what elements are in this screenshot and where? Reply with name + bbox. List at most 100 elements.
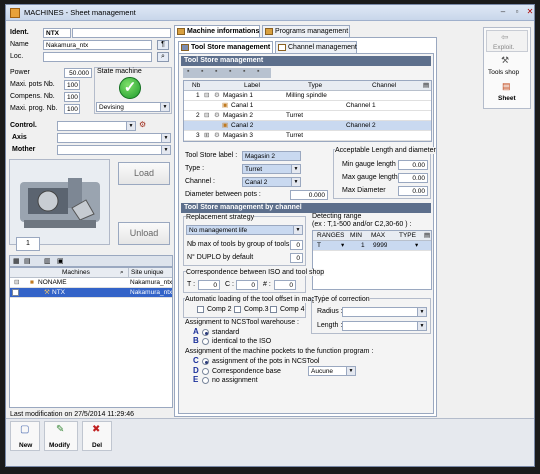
diameter-field[interactable]: 0.000 bbox=[290, 190, 328, 200]
compens-field[interactable]: 100 bbox=[64, 92, 80, 102]
ident-extra-field[interactable] bbox=[72, 28, 171, 38]
correspondence-base-radio[interactable] bbox=[202, 368, 209, 375]
assign-pots-label: assignment of the pots in NCSTool bbox=[212, 358, 320, 365]
modify-button[interactable]: ✎ Modify bbox=[44, 421, 78, 451]
delete-icon[interactable]: ▪ bbox=[215, 68, 217, 75]
tab-machine-informations[interactable]: Machine informations bbox=[174, 25, 260, 37]
name-field[interactable]: Nakamura_ntx bbox=[43, 40, 152, 50]
tab-tool-store-management[interactable]: Tool Store management bbox=[178, 41, 273, 53]
state-select[interactable]: Devising ▼ bbox=[96, 102, 170, 112]
assign-pots-radio[interactable] bbox=[202, 358, 209, 365]
no-assignment-radio[interactable] bbox=[202, 377, 209, 384]
type-select[interactable]: Turret ▼ bbox=[242, 164, 301, 174]
comp2-checkbox[interactable] bbox=[197, 306, 204, 313]
length-select[interactable]: ▼ bbox=[342, 321, 427, 331]
minimize-icon[interactable]: – bbox=[496, 7, 510, 18]
identical-iso-radio[interactable] bbox=[202, 338, 209, 345]
grid-header: Nb Label Type Channel ▤ bbox=[184, 81, 431, 91]
axis-select[interactable]: ▼ bbox=[57, 133, 171, 143]
range-ranges[interactable]: T bbox=[315, 241, 321, 250]
loc-field[interactable] bbox=[43, 52, 152, 62]
down-icon[interactable]: ▪ bbox=[243, 68, 245, 75]
range-min[interactable]: 1 bbox=[359, 241, 365, 250]
expand-icon[interactable]: ⊟ bbox=[202, 111, 209, 120]
max-diameter-field[interactable]: 0.00 bbox=[398, 186, 428, 196]
correspondence-base-select[interactable]: Aucune ▼ bbox=[308, 366, 356, 376]
col-nb[interactable]: Nb bbox=[190, 81, 200, 90]
duplo-field[interactable]: 0 bbox=[290, 253, 303, 263]
channel-select[interactable]: Canal 2 ▼ bbox=[242, 177, 301, 187]
expand-icon[interactable]: ⊟ bbox=[12, 278, 19, 287]
mother-select[interactable]: ▼ bbox=[57, 145, 171, 155]
hash-field[interactable]: 0 bbox=[274, 280, 296, 290]
add-icon[interactable]: ▪ bbox=[187, 68, 189, 75]
col-ranges[interactable]: RANGES bbox=[315, 231, 344, 240]
col-max[interactable]: MAX bbox=[369, 231, 385, 240]
load-button[interactable]: Load bbox=[118, 162, 170, 185]
tool-store-label-field[interactable]: Magasin 2 bbox=[242, 151, 301, 161]
toggle-icon[interactable]: ▤ bbox=[24, 257, 31, 265]
power-field[interactable]: 50.000 bbox=[64, 68, 92, 78]
replacement-select[interactable]: No management life ▼ bbox=[186, 225, 303, 235]
nb-max-field[interactable]: 0 bbox=[290, 240, 303, 250]
grid-icon[interactable]: ▥ bbox=[44, 257, 51, 265]
control-tool-icon[interactable]: ⚙ bbox=[139, 120, 151, 130]
grid-settings-icon[interactable]: ▤ bbox=[421, 81, 429, 90]
min-gauge-field[interactable]: 0.00 bbox=[398, 160, 428, 170]
grid-row[interactable]: 1 ⊟ ⚙ Magasin 1 Milling spindle bbox=[184, 91, 431, 101]
copy-icon[interactable]: ▪ bbox=[257, 68, 259, 75]
comp4-checkbox[interactable] bbox=[270, 306, 277, 313]
search-icon[interactable]: ⌕ bbox=[118, 268, 124, 277]
folder-icon[interactable]: ▣ bbox=[57, 257, 64, 265]
window-title: MACHINES - Sheet management bbox=[24, 8, 136, 17]
ident-field[interactable]: NTX bbox=[43, 28, 71, 38]
control-select[interactable]: ▼ bbox=[57, 121, 136, 131]
col-type[interactable]: Type bbox=[306, 81, 322, 90]
expand-icon[interactable]: ⊞ bbox=[202, 131, 209, 140]
sheet-button[interactable]: ▤ Sheet bbox=[486, 81, 528, 105]
col-machines[interactable]: Machines bbox=[60, 268, 90, 277]
unload-button[interactable]: Unload bbox=[118, 222, 170, 245]
max-gauge-field[interactable]: 0.00 bbox=[398, 173, 428, 183]
t-field[interactable]: 0 bbox=[198, 280, 220, 290]
grid-row[interactable]: ▣ Canal 1 Channel 1 bbox=[184, 101, 431, 111]
range-row[interactable]: T ▾ 1 9999 ▾ bbox=[313, 241, 431, 251]
tab-channel-management[interactable]: Channel management bbox=[275, 41, 357, 53]
exploit-button[interactable]: ⇦ Exploit. bbox=[486, 30, 528, 52]
grid-row-selected[interactable]: ▣ Canal 2 Channel 2 bbox=[184, 121, 431, 131]
standard-radio[interactable] bbox=[202, 329, 209, 336]
grid-settings-icon[interactable]: ▤ bbox=[422, 231, 430, 240]
maxi-prog-field[interactable]: 100 bbox=[64, 104, 80, 114]
radius-select[interactable]: ▼ bbox=[342, 307, 427, 317]
machine-row-selected[interactable]: ⚒ NTX Nakamura_ntx bbox=[10, 288, 172, 298]
close-icon[interactable]: ✕ bbox=[523, 7, 537, 18]
grid-row[interactable]: 3 ⊞ ⚙ Magasin 3 Turret bbox=[184, 131, 431, 141]
filter-icon[interactable]: ▦ bbox=[13, 257, 20, 265]
new-button[interactable]: ▢ New bbox=[10, 421, 40, 451]
comp3-checkbox[interactable] bbox=[234, 306, 241, 313]
machine-row[interactable]: ⊟ ■ NONAME Nakamura_ntx bbox=[10, 278, 172, 288]
maxi-pots-field[interactable]: 100 bbox=[64, 80, 80, 90]
loc-search-icon[interactable]: ⌕ bbox=[157, 52, 169, 62]
tools-shop-button[interactable]: ⚒ Tools shop bbox=[486, 55, 528, 79]
chevron-down-icon[interactable]: ▾ bbox=[339, 241, 344, 250]
range-max[interactable]: 9999 bbox=[371, 241, 387, 250]
col-type[interactable]: TYPE bbox=[397, 231, 416, 240]
col-channel[interactable]: Channel bbox=[370, 81, 396, 90]
chevron-down-icon[interactable]: ▾ bbox=[413, 241, 418, 250]
col-label[interactable]: Label bbox=[242, 81, 260, 90]
name-edit-icon[interactable]: ¶ bbox=[157, 40, 169, 50]
row-checkbox[interactable] bbox=[12, 289, 19, 296]
image-index[interactable]: 1 bbox=[16, 237, 40, 251]
maximize-icon[interactable]: ▫ bbox=[510, 7, 524, 18]
tab-programs-management[interactable]: Programs management bbox=[262, 25, 350, 37]
col-min[interactable]: MIN bbox=[348, 231, 362, 240]
col-site[interactable]: Site unique bbox=[128, 268, 164, 277]
del-button[interactable]: ✖ Del bbox=[82, 421, 112, 451]
c-field[interactable]: 0 bbox=[236, 280, 258, 290]
edit-icon[interactable]: ▪ bbox=[201, 68, 203, 75]
expand-icon[interactable]: ⊟ bbox=[202, 91, 209, 100]
range-type[interactable] bbox=[397, 241, 399, 250]
up-icon[interactable]: ▪ bbox=[229, 68, 231, 75]
grid-row[interactable]: 2 ⊟ ⚙ Magasin 2 Turret bbox=[184, 111, 431, 121]
